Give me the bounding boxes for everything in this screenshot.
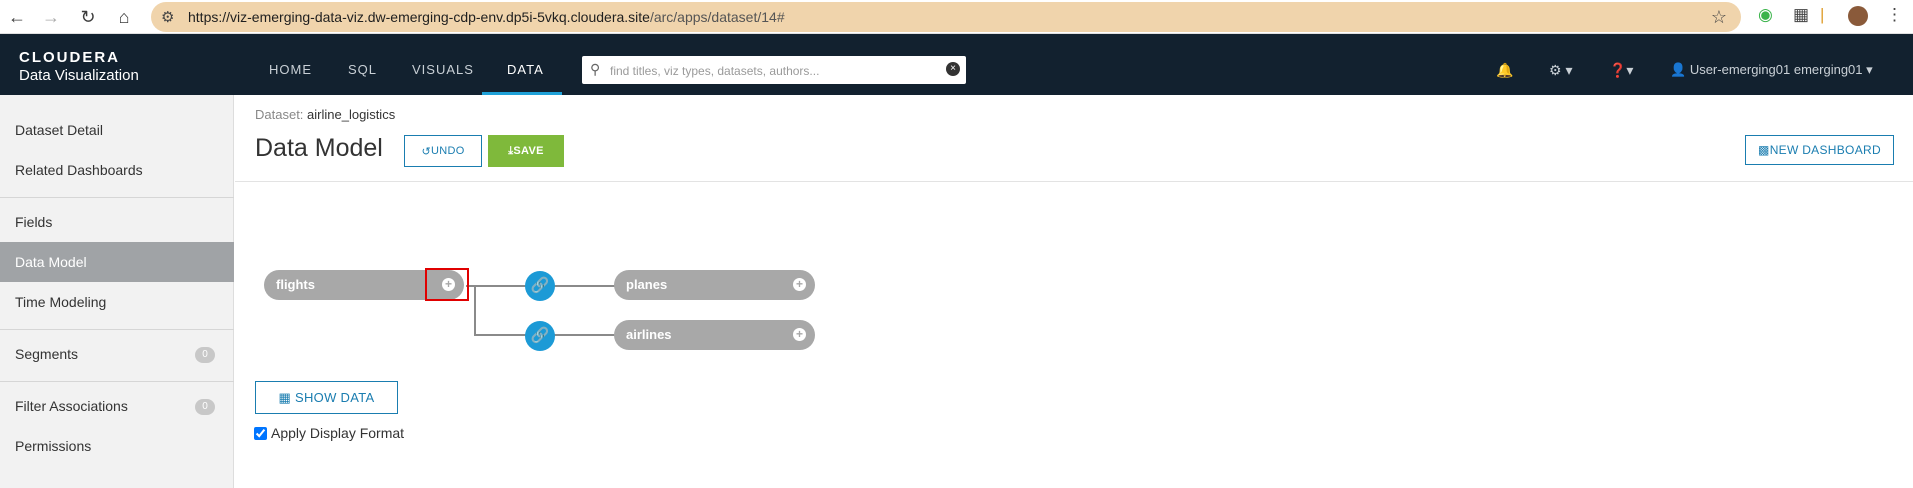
brand-logo[interactable]: CLOUDERA [19, 49, 120, 66]
breadcrumb: Dataset: airline_logistics [255, 107, 396, 122]
segments-count-badge: 0 [195, 347, 215, 363]
filter-associations-count-badge: 0 [195, 399, 215, 415]
table-node-airlines[interactable]: airlines + [614, 320, 815, 350]
sidebar-item-permissions[interactable]: Permissions [0, 426, 234, 466]
divider-icon: | [1820, 5, 1825, 24]
sidebar-item-data-model[interactable]: Data Model [0, 242, 234, 282]
extensions-puzzle-icon[interactable]: ▦ [1793, 5, 1809, 25]
browser-toolbar: ← → ↻ ⌂ ⚙ https://viz-emerging-data-viz.… [0, 0, 1913, 34]
sidebar-divider [0, 197, 234, 198]
page-title: Data Model [255, 134, 383, 162]
undo-icon: ↺ [421, 145, 431, 158]
sidebar-item-filter-associations[interactable]: Filter Associations 0 [0, 386, 234, 426]
help-icon[interactable]: ❓▾ [1609, 62, 1633, 79]
sidebar-divider [0, 381, 234, 382]
nav-data[interactable]: DATA [507, 62, 544, 77]
profile-avatar[interactable] [1848, 6, 1868, 26]
active-tab-indicator [482, 92, 562, 95]
search-box: ⚲ × [582, 56, 966, 84]
address-bar[interactable]: ⚙ https://viz-emerging-data-viz.dw-emerg… [151, 2, 1741, 32]
menu-dots-icon[interactable]: ⋮ [1886, 5, 1903, 25]
sidebar-item-fields[interactable]: Fields [0, 202, 234, 242]
reload-icon[interactable]: ↻ [75, 4, 101, 30]
home-icon[interactable]: ⌂ [111, 4, 137, 30]
brand-subtitle[interactable]: Data Visualization [19, 67, 139, 84]
add-join-icon[interactable]: + [793, 278, 806, 291]
sidebar-item-dataset-detail[interactable]: Dataset Detail [0, 110, 234, 150]
search-input[interactable] [608, 60, 932, 82]
table-icon: ▦ [278, 389, 295, 405]
show-data-button[interactable]: ▦ SHOW DATA [255, 381, 398, 414]
join-link-icon[interactable]: 🔗 [525, 271, 555, 301]
sidebar-divider [0, 329, 234, 330]
search-icon: ⚲ [590, 61, 601, 77]
user-icon: 👤 [1670, 62, 1690, 77]
user-menu[interactable]: 👤 User-emerging01 emerging01 ▾ [1670, 62, 1873, 78]
extension-eye-icon[interactable]: ◉ [1758, 5, 1773, 25]
undo-button[interactable]: ↺ UNDO [404, 135, 482, 167]
join-connector [474, 285, 476, 336]
join-link-icon[interactable]: 🔗 [525, 321, 555, 351]
clear-search-icon[interactable]: × [946, 62, 960, 76]
add-join-icon[interactable]: + [793, 328, 806, 341]
back-icon[interactable]: ← [4, 4, 30, 30]
dashboard-icon: ▩ [1758, 143, 1770, 157]
settings-gear-icon[interactable]: ⚙ ▾ [1549, 62, 1572, 79]
apply-display-format[interactable]: Apply Display Format [254, 425, 404, 441]
dataset-name: airline_logistics [307, 107, 396, 122]
header-divider [235, 181, 1913, 182]
new-dashboard-button[interactable]: ▩ NEW DASHBOARD [1745, 135, 1894, 165]
highlight-box [425, 268, 469, 301]
site-info-icon[interactable]: ⚙ [161, 8, 174, 26]
sidebar-item-related-dashboards[interactable]: Related Dashboards [0, 150, 234, 190]
notifications-bell-icon[interactable]: 🔔 [1496, 62, 1513, 79]
sidebar-item-time-modeling[interactable]: Time Modeling [0, 282, 234, 322]
url-text[interactable]: https://viz-emerging-data-viz.dw-emergin… [188, 9, 785, 25]
sidebar-item-segments[interactable]: Segments 0 [0, 334, 234, 374]
table-node-planes[interactable]: planes + [614, 270, 815, 300]
nav-sql[interactable]: SQL [348, 62, 377, 77]
bookmark-star-icon[interactable]: ☆ [1711, 7, 1727, 28]
forward-icon[interactable]: → [38, 4, 64, 30]
apply-display-format-checkbox[interactable] [254, 426, 267, 440]
nav-home[interactable]: HOME [269, 62, 312, 77]
save-button[interactable]: ⤓ SAVE [488, 135, 564, 167]
nav-visuals[interactable]: VISUALS [412, 62, 474, 77]
